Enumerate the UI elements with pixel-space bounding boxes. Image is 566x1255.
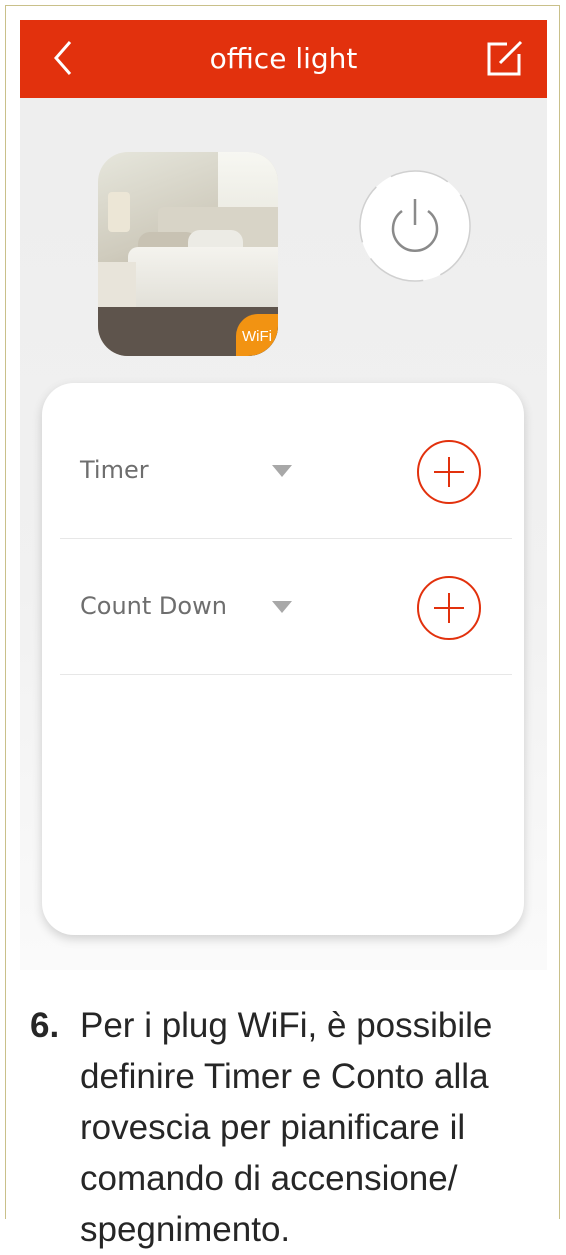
photo-lamp — [108, 192, 130, 232]
schedule-card: Timer Count Down — [42, 383, 524, 935]
plus-circle-icon[interactable] — [416, 439, 482, 505]
caret-down-icon[interactable] — [272, 465, 292, 477]
power-icon — [359, 170, 471, 282]
step-text: Per i plug WiFi, è possibile definire Ti… — [80, 1006, 493, 1249]
power-button[interactable] — [358, 153, 472, 299]
page-title: office light — [209, 42, 358, 75]
app-screen: office light WiFi Timer Count Down — [20, 20, 547, 970]
top-bar: office light — [20, 20, 547, 98]
step-number: 6. — [30, 1006, 60, 1045]
edit-button[interactable] — [485, 38, 525, 78]
caret-down-icon[interactable] — [272, 601, 292, 613]
plus-circle-icon[interactable] — [416, 575, 482, 641]
timer-label: Timer — [80, 456, 149, 484]
instruction-caption: 6. Per i plug WiFi, è possibile definire… — [30, 1000, 540, 1255]
device-image[interactable]: WiFi — [98, 152, 278, 356]
countdown-row[interactable]: Count Down — [60, 539, 512, 675]
timer-row[interactable]: Timer — [60, 403, 512, 539]
countdown-label: Count Down — [80, 592, 227, 620]
edit-icon — [487, 40, 523, 76]
